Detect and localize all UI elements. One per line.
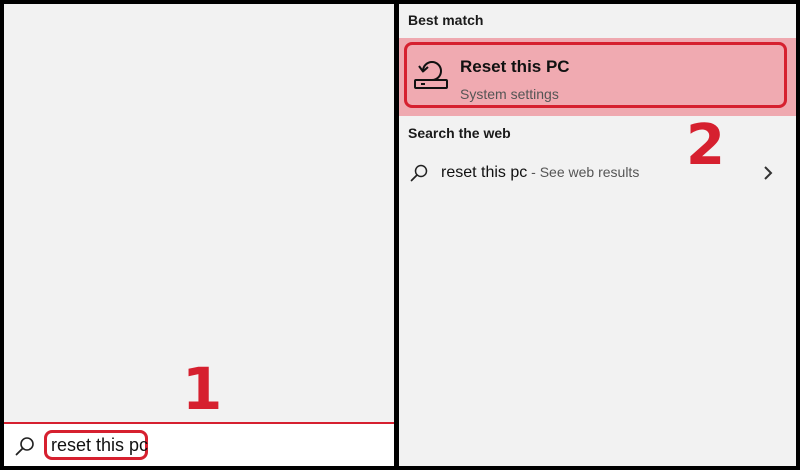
web-result-query: reset this pc <box>441 164 528 181</box>
best-match-result[interactable]: Reset this PC System settings <box>404 42 787 108</box>
best-match-subtitle: System settings <box>460 86 559 102</box>
best-match-heading: Best match <box>408 12 484 28</box>
taskbar-search-bar[interactable]: reset this pc <box>4 422 394 466</box>
step-marker-1: 1 <box>182 355 223 423</box>
search-results-panel: Best match Reset this PC System settings… <box>399 4 796 466</box>
web-result-suffix: - See web results <box>527 164 640 180</box>
search-icon <box>409 163 429 183</box>
web-result-text: reset this pc - See web results <box>441 164 639 182</box>
search-input[interactable]: reset this pc <box>44 430 148 460</box>
search-panel: 1 reset this pc <box>4 4 394 466</box>
best-match-title: Reset this PC <box>460 57 570 76</box>
search-web-heading: Search the web <box>408 125 511 141</box>
reset-pc-icon <box>411 54 451 94</box>
search-query-text: reset this pc <box>51 434 149 455</box>
chevron-right-icon[interactable] <box>761 164 775 182</box>
search-icon <box>14 435 36 457</box>
web-search-result[interactable]: reset this pc - See web results <box>399 155 796 191</box>
